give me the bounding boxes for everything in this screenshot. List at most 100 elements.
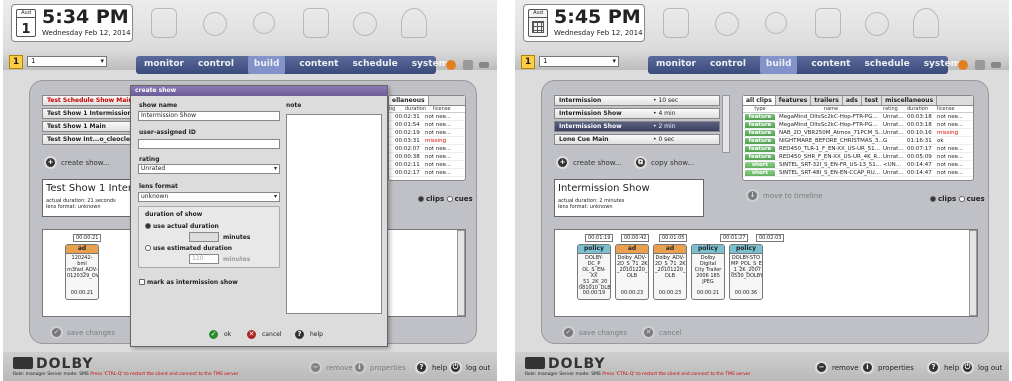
grid-tool-icon[interactable] xyxy=(815,8,841,38)
table-row[interactable]: feature MegaMind_DltsSc2kC-Hop-FTR-PG... U… xyxy=(743,113,973,121)
show-list-item[interactable]: Lone Cue Main • 0 sec xyxy=(554,134,720,145)
note-textarea[interactable] xyxy=(286,114,382,314)
table-row[interactable]: feature MegaMind_DltsSc2kC-Hop-FTR-PG... U… xyxy=(743,121,973,129)
estimated-duration-radio[interactable]: use estimated duration xyxy=(145,245,232,252)
timeline-clip[interactable]: policy DOLBY-STO MP_POL_S_E _1_2K_2007 05… xyxy=(729,244,763,300)
nav-system[interactable]: system xyxy=(412,56,448,74)
nav-schedule[interactable]: schedule xyxy=(352,56,397,74)
estimated-minutes-input[interactable]: 120 xyxy=(189,254,219,264)
nav-control[interactable]: control xyxy=(198,56,234,74)
create-show-button[interactable]: + create show... xyxy=(556,156,622,169)
nav-content[interactable]: content xyxy=(811,56,850,74)
table-row[interactable]: 00:02:31 not nee... xyxy=(389,113,465,121)
grid-tool-icon[interactable] xyxy=(303,8,329,38)
ok-button[interactable]: ✓ ok xyxy=(207,328,231,341)
lens-format-select[interactable]: unknown xyxy=(138,192,280,202)
clips-cues-toggle[interactable]: clips cues xyxy=(930,195,985,203)
save-changes-button[interactable]: ✓ save changes xyxy=(562,326,627,339)
nav-control[interactable]: control xyxy=(710,56,746,74)
clips-cues-toggle[interactable]: clips cues xyxy=(418,195,473,203)
nav-build[interactable]: build xyxy=(247,56,286,74)
properties-button[interactable]: i properties xyxy=(353,361,406,374)
table-row[interactable]: short SINTEL_SRT-32I_S_EN-FR_US-13_51... <… xyxy=(743,161,973,169)
cancel-changes-button[interactable]: ✕cancel xyxy=(642,326,682,339)
table-row[interactable]: 00:01:54 not nee... xyxy=(389,121,465,129)
save-changes-button[interactable]: ✓ save changes xyxy=(50,326,115,339)
create-show-button[interactable]: + create show... xyxy=(44,156,110,169)
tab-trailers[interactable]: trailers xyxy=(811,96,843,105)
battery-icon[interactable] xyxy=(479,62,489,68)
user-id-input[interactable] xyxy=(138,139,280,149)
help-dialog-button[interactable]: ? help xyxy=(293,328,323,341)
table-row[interactable]: feature NIGHTMARE_BEFORE_CHRISTMAS_3... G 0… xyxy=(743,137,973,145)
timeline-clip[interactable]: ad Dolby_ADV- 2D_S_71_2K _20101220_ DLB 00… xyxy=(615,244,649,300)
table-row[interactable]: 00:03:31 missing xyxy=(389,137,465,145)
play-tool-icon[interactable] xyxy=(715,12,739,36)
copy-show-button[interactable]: ⧉ copy show... xyxy=(634,156,694,169)
nav-system[interactable]: system xyxy=(924,56,960,74)
timeline-clip[interactable]: policy Dolby Digital City Trailer 2006 18… xyxy=(691,244,725,300)
battery-icon[interactable] xyxy=(991,62,1001,68)
nav-monitor[interactable]: monitor xyxy=(144,56,184,74)
logout-button[interactable]: ⏻ log out xyxy=(449,361,490,374)
list-tool-icon[interactable] xyxy=(663,8,689,38)
intermission-checkbox[interactable]: mark as intermission show xyxy=(139,279,238,286)
table-row[interactable]: 00:02:07 not nee... xyxy=(389,145,465,153)
tab-all-clips[interactable]: all clips xyxy=(743,96,776,105)
table-row[interactable]: 00:00:38 not nee... xyxy=(389,153,465,161)
network-icon[interactable] xyxy=(463,60,473,70)
status-icon[interactable] xyxy=(446,60,456,70)
timeline-clip[interactable]: ad 120242-bml m3fad_ADV-...SE_51_2K_2 01… xyxy=(65,244,99,300)
timeline-scrollbar[interactable] xyxy=(457,230,465,316)
table-row[interactable]: feature RED450_TLR-1_F_EN-XX_US-UR_51... U… xyxy=(743,145,973,153)
rating-tool-icon[interactable] xyxy=(353,12,377,36)
table-row[interactable]: short SINTEL_SRT-48I_S_EN-EN-CCAP_RU... Un… xyxy=(743,169,973,177)
remove-button[interactable]: − remove xyxy=(815,361,859,374)
properties-button[interactable]: i properties xyxy=(861,361,914,374)
timeline-clip[interactable]: policy DOLBY-DC_P OL_S_EN-XX _51_2K_20 08… xyxy=(577,244,611,300)
table-row[interactable]: feature NAB_2D_VBR250M_Atmos_71PCM_S... Un… xyxy=(743,129,973,137)
warning-icon[interactable]: 1 xyxy=(9,55,23,69)
network-icon[interactable] xyxy=(975,60,985,70)
status-icon[interactable] xyxy=(958,60,968,70)
help-button[interactable]: ? help xyxy=(415,361,447,374)
nav-build[interactable]: build xyxy=(759,56,798,74)
table-row[interactable]: feature RED450_SHR_F_EN-XX_US-UR_4K_R... U… xyxy=(743,153,973,161)
cancel-button[interactable]: ✕ cancel xyxy=(245,328,281,341)
logout-button[interactable]: ⏻ log out xyxy=(961,361,1002,374)
timeline-scrollbar[interactable] xyxy=(969,230,977,316)
remove-button[interactable]: − remove xyxy=(309,361,353,374)
timeline[interactable]: 00:01:19 00:00:42 00:01:05 00:01:27 00:0… xyxy=(554,229,978,317)
network-tool-icon[interactable] xyxy=(765,12,787,34)
nav-monitor[interactable]: monitor xyxy=(656,56,696,74)
network-tool-icon[interactable] xyxy=(253,12,275,34)
play-tool-icon[interactable] xyxy=(203,12,227,36)
table-row[interactable]: 00:02:17 not nee... xyxy=(389,169,465,177)
tab-miscellaneous[interactable]: miscellaneous xyxy=(882,96,938,105)
nav-schedule[interactable]: schedule xyxy=(864,56,909,74)
theater-select[interactable]: 1 xyxy=(539,56,619,67)
help-button[interactable]: ? help xyxy=(927,361,959,374)
warning-icon[interactable]: 1 xyxy=(521,55,535,69)
show-list[interactable]: Intermission • 10 sec Intermission Show • … xyxy=(554,95,720,161)
show-name-input[interactable]: Intermission Show xyxy=(138,111,280,121)
show-list-item[interactable]: Intermission Show • 4 min xyxy=(554,108,720,119)
theater-select[interactable]: 1 xyxy=(27,56,107,67)
table-row[interactable]: 00:02:19 not nee... xyxy=(389,129,465,137)
actual-duration-radio[interactable]: use actual duration xyxy=(145,223,219,230)
settings-tool-icon[interactable] xyxy=(913,8,939,38)
list-tool-icon[interactable] xyxy=(151,8,177,38)
rating-select[interactable]: Unrated xyxy=(138,164,280,174)
show-list-scrollbar[interactable] xyxy=(722,95,730,153)
table-row[interactable]: 00:02:11 not nee... xyxy=(389,161,465,169)
move-to-timeline-button[interactable]: ↓ move to timeline xyxy=(746,189,822,202)
rating-tool-icon[interactable] xyxy=(865,12,889,36)
tab-test[interactable]: test xyxy=(862,96,883,105)
tab-miscellaneous[interactable]: ellaneous xyxy=(389,96,429,105)
tab-features[interactable]: features xyxy=(776,96,812,105)
timeline-clip[interactable]: ad Dolby_ADV- 2D_S_71_2K _20101220_ DLB 00… xyxy=(653,244,687,300)
show-list-item[interactable]: Intermission • 10 sec xyxy=(554,95,720,106)
tab-ads[interactable]: ads xyxy=(843,96,862,105)
nav-content[interactable]: content xyxy=(299,56,338,74)
show-list-item[interactable]: Intermission Show • 2 min xyxy=(554,121,720,132)
